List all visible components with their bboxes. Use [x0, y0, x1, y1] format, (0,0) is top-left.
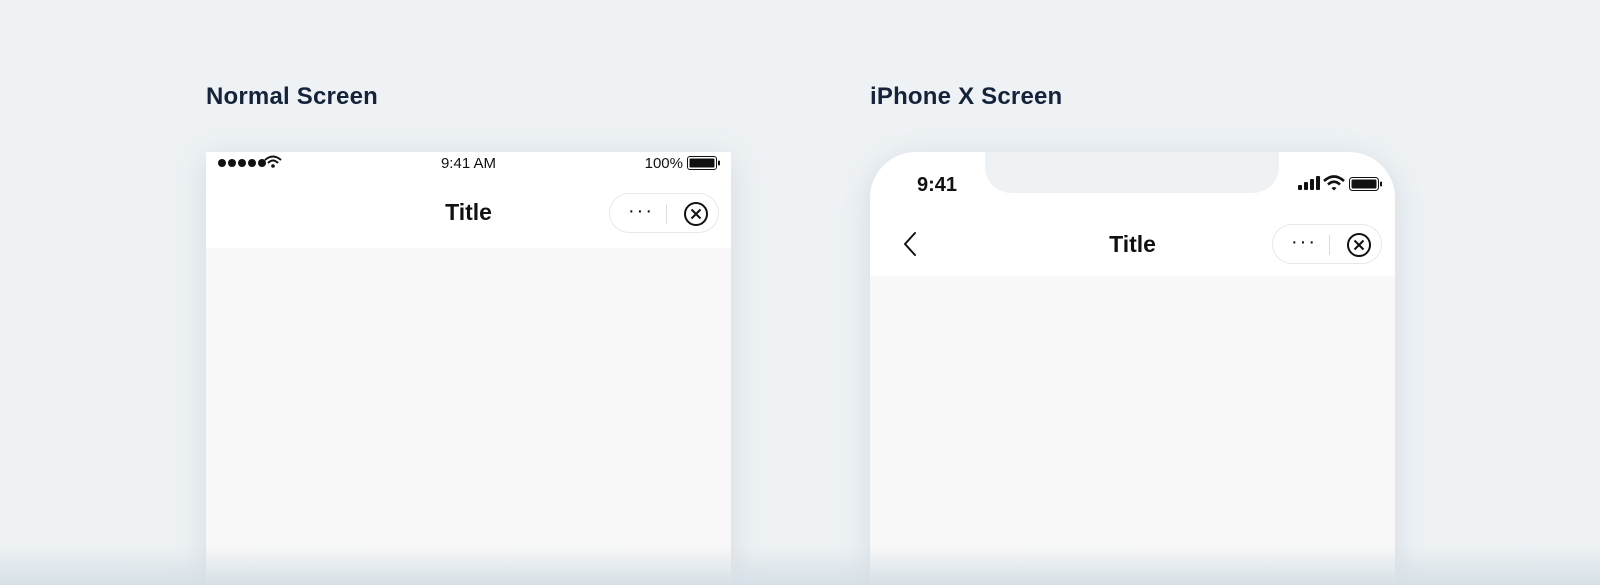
normal-screen-heading: Normal Screen — [206, 83, 379, 110]
close-icon[interactable] — [683, 201, 709, 232]
status-time: 9:41 — [917, 174, 958, 196]
menu-capsule: ··· — [1272, 224, 1382, 264]
canvas: Normal Screen iPhone X Screen 9:41 AM 10… — [0, 0, 1600, 585]
status-bar: 9:41 AM 100% — [206, 152, 731, 174]
navigation-bar: Title ··· — [206, 174, 731, 248]
iphonex-phone-frame: 9:41 Title ··· — [870, 152, 1395, 585]
menu-capsule: ··· — [609, 193, 719, 233]
iphonex-screen-heading: iPhone X Screen — [870, 83, 1063, 110]
page-content — [206, 248, 731, 585]
more-button[interactable]: ··· — [628, 201, 654, 221]
capsule-divider — [666, 204, 667, 224]
notch — [985, 152, 1279, 193]
navigation-bar: Title ··· — [870, 216, 1395, 276]
normal-phone-frame: 9:41 AM 100% Title ··· — [206, 152, 731, 585]
close-icon[interactable] — [1346, 232, 1372, 263]
capsule-divider — [1329, 235, 1330, 255]
battery-icon — [687, 156, 721, 174]
more-button[interactable]: ··· — [1291, 232, 1317, 252]
page-content — [870, 276, 1395, 585]
status-bar: 9:41 — [870, 152, 1395, 216]
cellular-icon — [1298, 176, 1320, 195]
wifi-icon — [1323, 175, 1345, 196]
battery-icon — [1349, 177, 1383, 196]
bottom-fade — [0, 545, 1600, 585]
battery-percent: 100% — [644, 155, 683, 172]
